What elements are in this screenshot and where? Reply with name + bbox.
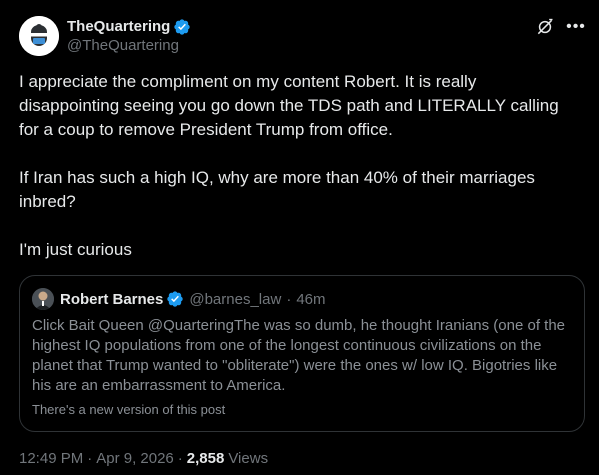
quoted-tweet-header: Robert Barnes @barnes_law · 46m — [32, 288, 326, 310]
verified-badge-icon[interactable] — [173, 18, 191, 36]
footer-separator: · — [87, 450, 93, 467]
tweet-header: TheQuartering @TheQuartering ••• — [19, 14, 585, 58]
author-display-name[interactable]: TheQuartering — [67, 18, 170, 35]
tweet-paragraph: If Iran has such a high IQ, why are more… — [19, 168, 535, 211]
top-actions: ••• — [535, 17, 585, 37]
tweet-paragraph: I'm just curious — [19, 240, 132, 259]
tweet-body: I appreciate the compliment on my conten… — [19, 70, 579, 262]
quoted-author-avatar[interactable] — [32, 288, 54, 310]
post-date[interactable]: Apr 9, 2026 — [96, 450, 174, 467]
qmark-logo-icon — [19, 16, 59, 56]
author-names: TheQuartering @TheQuartering — [67, 17, 191, 54]
more-options-icon[interactable]: ••• — [566, 18, 585, 36]
author-avatar[interactable] — [19, 16, 59, 56]
post-time[interactable]: 12:49 PM — [19, 450, 83, 467]
meta-separator: · — [286, 290, 292, 308]
author-handle[interactable]: @TheQuartering — [67, 37, 191, 54]
tweet-paragraph: I appreciate the compliment on my conten… — [19, 72, 559, 139]
views-label: Views — [228, 450, 269, 467]
quoted-tweet[interactable]: Robert Barnes @barnes_law · 46m Click Ba… — [19, 275, 585, 432]
quoted-tweet-text: Click Bait Queen @QuarteringThe was so d… — [32, 317, 566, 394]
grok-icon[interactable] — [535, 17, 555, 37]
quoted-author-handle[interactable]: @barnes_law — [189, 291, 281, 308]
tweet-footer: 12:49 PM · Apr 9, 2026 · 2,858 Views — [19, 450, 268, 467]
quoted-author-display-name[interactable]: Robert Barnes — [60, 291, 163, 308]
person-avatar-icon — [32, 288, 54, 310]
footer-separator: · — [177, 450, 183, 467]
verified-badge-icon — [167, 291, 184, 307]
new-version-notice: There's a new version of this post — [32, 402, 226, 417]
tweet: TheQuartering @TheQuartering ••• I appre… — [0, 0, 599, 475]
views-count[interactable]: 2,858 — [187, 450, 225, 467]
quoted-timestamp[interactable]: 46m — [296, 291, 325, 308]
